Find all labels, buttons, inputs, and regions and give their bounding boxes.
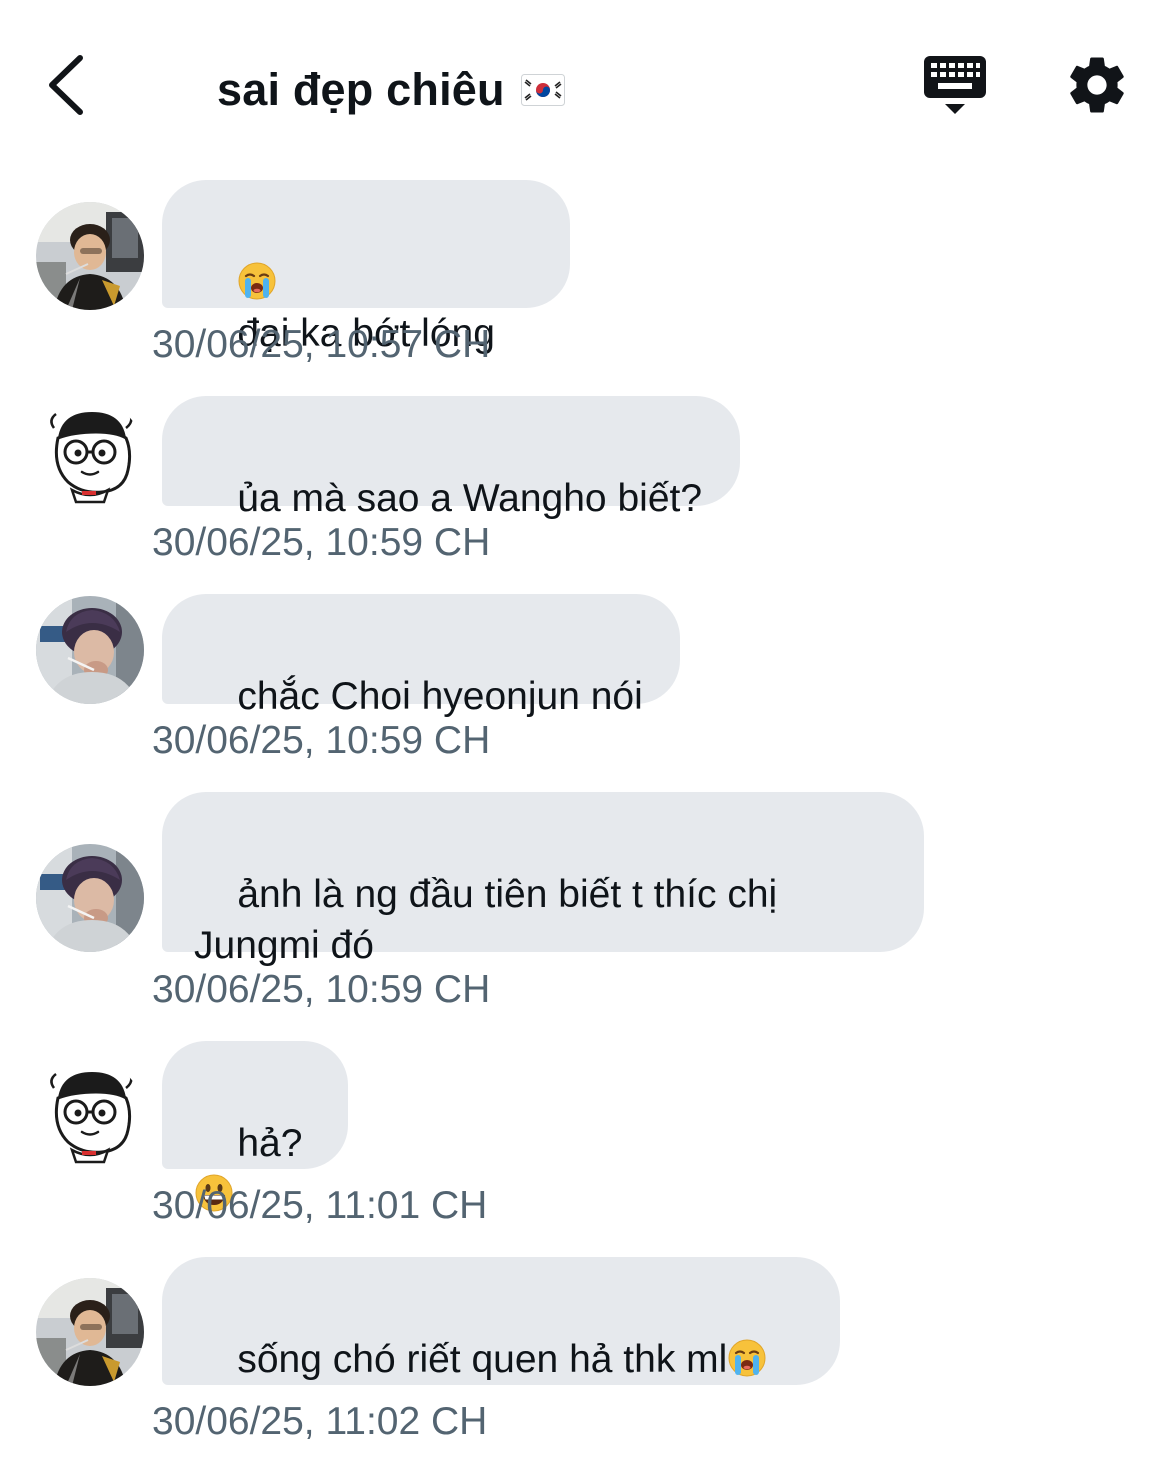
chat-header: sai đẹp chiêu [0, 0, 1170, 170]
message-bubble[interactable]: chắc Choi hyeonjun nói [162, 594, 680, 718]
loudly-crying-face-icon [237, 261, 277, 301]
message-bubble[interactable]: sống chó riết quen hả thk ml [162, 1257, 840, 1385]
message-text: ủa mà sao a Wangho biết? [237, 477, 703, 520]
back-button[interactable] [40, 50, 100, 120]
chat-title: sai đẹp chiêu [217, 64, 505, 115]
gear-icon [1070, 57, 1124, 113]
message-timestamp: 30/06/25, 11:02 CH [152, 1400, 488, 1443]
avatar[interactable] [36, 1060, 144, 1168]
keyboard-icon [924, 56, 986, 114]
message-text: sống chó riết quen hả thk ml [237, 1338, 728, 1381]
avatar[interactable] [36, 202, 144, 310]
message-text: chắc Choi hyeonjun nói [237, 675, 643, 718]
message-bubble[interactable]: hả? [162, 1041, 348, 1169]
message-bubble[interactable]: đại ka bớt lóng [162, 180, 570, 355]
message-timestamp: 30/06/25, 10:59 CH [152, 521, 491, 564]
keyboard-button[interactable] [920, 52, 990, 122]
message-text: hả? [237, 1122, 303, 1165]
chat-title-group[interactable]: sai đẹp chiêu [217, 60, 565, 120]
message-bubble[interactable]: ủa mà sao a Wangho biết? [162, 396, 740, 520]
avatar[interactable] [36, 596, 144, 704]
avatar[interactable] [36, 844, 144, 952]
chevron-left-icon [49, 55, 83, 115]
avatar[interactable] [36, 400, 144, 508]
message-timestamp: 30/06/25, 10:59 CH [152, 968, 491, 1011]
avatar[interactable] [36, 1278, 144, 1386]
message-timestamp: 30/06/25, 10:57 CH [152, 323, 491, 366]
flag-south-korea-icon [520, 74, 565, 106]
message-timestamp: 30/06/25, 11:01 CH [152, 1184, 488, 1227]
message-timestamp: 30/06/25, 10:59 CH [152, 719, 491, 762]
message-bubble[interactable]: ảnh là ng đầu tiên biết t thíc chị Jungm… [162, 792, 924, 967]
message-text: ảnh là ng đầu tiên biết t thíc chị Jungm… [194, 873, 778, 967]
settings-button[interactable] [1062, 52, 1132, 118]
loudly-crying-face-icon [727, 1338, 767, 1378]
